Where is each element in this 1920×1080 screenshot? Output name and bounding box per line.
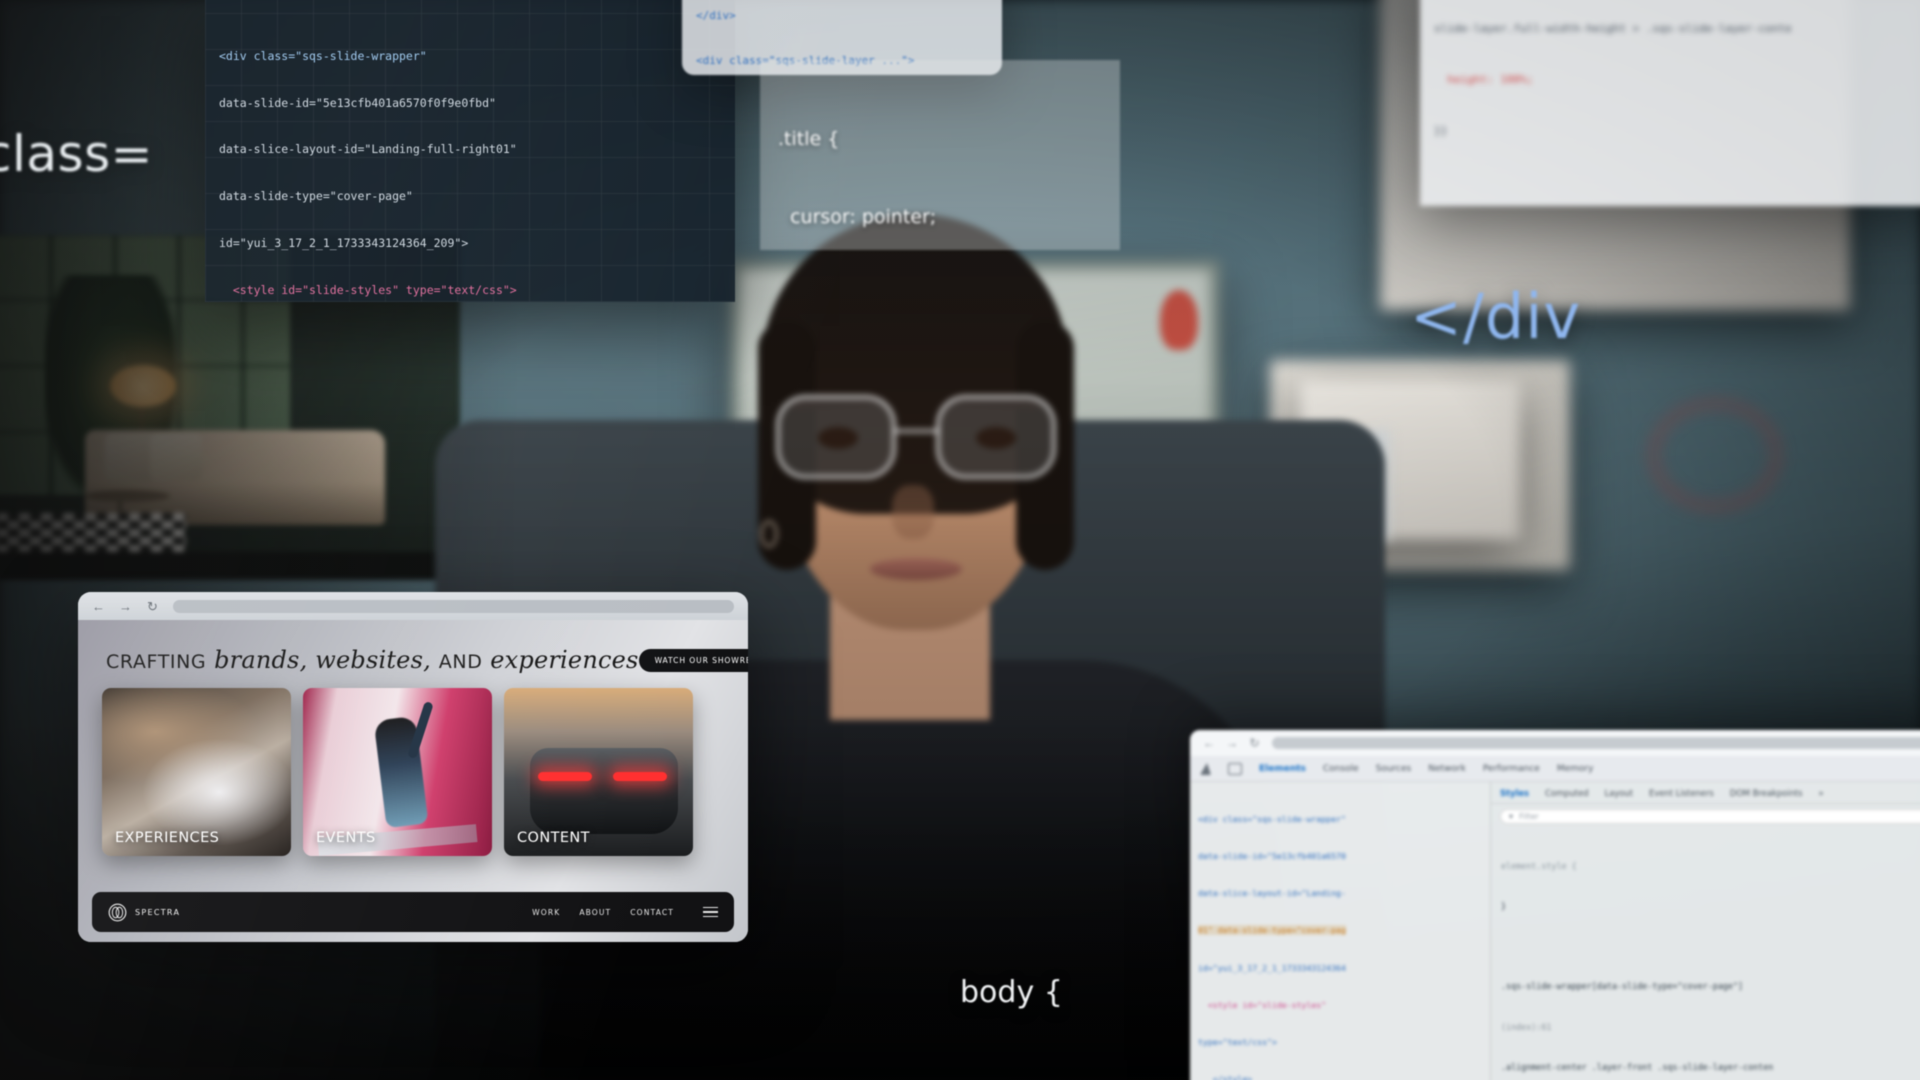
- code-panel-html: <div class="sqs-slide-wrapper" data-slid…: [205, 0, 735, 302]
- overlay-body-css-text: body { font-family: system-ui; margin: 1…: [960, 898, 1316, 1080]
- code-panel-css-title: .title { cursor: pointer; } .title::befo…: [760, 60, 1120, 250]
- styles-tab-styles[interactable]: Styles: [1500, 788, 1529, 798]
- styles-tab-dom-breakpoints[interactable]: DOM Breakpoints: [1730, 788, 1803, 798]
- inspect-cursor-icon[interactable]: [1200, 762, 1211, 775]
- eyeglass-bridge: [894, 429, 940, 433]
- styles-filter-input[interactable]: ▾ Filter: [1500, 809, 1920, 824]
- person-earring: [760, 520, 778, 548]
- css-line: body {: [960, 975, 1063, 1010]
- tab-elements[interactable]: Elements: [1259, 764, 1306, 774]
- code-line: data-slice-layout-id="Landing-full-right…: [219, 142, 517, 157]
- styles-tab-computed[interactable]: Computed: [1545, 788, 1589, 798]
- nav-link-work[interactable]: WORK: [532, 908, 560, 917]
- hamburger-icon[interactable]: [703, 906, 718, 918]
- hero-section: CRAFTING brands, websites, AND experienc…: [78, 620, 748, 674]
- css-rule-line: element.style {: [1501, 860, 1577, 871]
- card-events[interactable]: EVENTS: [303, 688, 492, 856]
- css-rule-line: (index):61: [1501, 1021, 1552, 1032]
- styles-tab-event-listeners[interactable]: Event Listeners: [1649, 788, 1714, 798]
- code-line: <div class="sqs-slide-wrapper": [219, 48, 427, 63]
- reload-icon[interactable]: ↻: [1249, 736, 1260, 750]
- css-line: }}: [1434, 124, 1448, 137]
- car-taillight-right: [612, 772, 667, 781]
- code-line: data-slide-id="5e13cfb401a6570f0f9e0fbd": [219, 95, 496, 110]
- screenshot-stage: class= </div <div class="sqs-slide-wrapp…: [0, 0, 1920, 1080]
- styles-tab-bar: Styles Computed Layout Event Listeners D…: [1491, 782, 1920, 804]
- css-rule-line: [1501, 940, 1920, 953]
- devtools-browser-chrome: ← → ↻: [1190, 730, 1920, 756]
- tab-performance[interactable]: Performance: [1483, 764, 1540, 774]
- hero-headline: CRAFTING brands, websites, AND experienc…: [106, 646, 639, 674]
- car-body: [530, 748, 678, 835]
- spectra-logo-icon: [108, 903, 127, 921]
- filter-icon: ▾: [1509, 812, 1514, 821]
- css-rule-line: .sqs-slide-wrapper[data-slide-type="cove…: [1501, 981, 1744, 992]
- browser-chrome-bar: ← → ↻: [78, 592, 748, 620]
- website-viewport: CRAFTING brands, websites, AND experienc…: [78, 620, 748, 942]
- filter-placeholder: Filter: [1519, 812, 1539, 821]
- nav-link-contact[interactable]: CONTACT: [630, 908, 674, 917]
- code-line: data-slide-type="cover-page": [219, 189, 413, 204]
- site-footer-nav: SPECTRA WORK ABOUT CONTACT: [92, 892, 734, 932]
- reload-icon[interactable]: ↻: [146, 600, 159, 613]
- styles-panel: Styles Computed Layout Event Listeners D…: [1490, 782, 1920, 1080]
- address-bar[interactable]: [173, 599, 734, 613]
- watch-showreel-button[interactable]: WATCH OUR SHOWREEL · 2024: [638, 648, 748, 672]
- card-label: CONTENT: [517, 830, 590, 846]
- css-line: cursor: pointer;: [778, 206, 937, 228]
- card-label: EVENTS: [316, 830, 376, 846]
- overlay-class-text: class=: [0, 125, 154, 183]
- overlay-div-close-text: </div: [1410, 280, 1582, 353]
- css-rules-list[interactable]: element.style { } .sqs-slide-wrapper[dat…: [1491, 829, 1920, 1080]
- wall-poster-red-circle: [1650, 400, 1780, 510]
- css-line: .title {: [778, 128, 840, 150]
- devtools-tab-bar: Elements Console Sources Network Perform…: [1190, 756, 1920, 782]
- brand-lockup[interactable]: SPECTRA: [108, 903, 180, 922]
- card-experiences[interactable]: EXPERIENCES: [102, 688, 291, 856]
- headline-word-brands-websites: brands, websites,: [214, 646, 431, 674]
- tab-memory[interactable]: Memory: [1557, 764, 1594, 774]
- css-rule-line: }: [1501, 901, 1507, 912]
- css-line: slide-layer.full-width-height > .sqs-sli…: [1434, 22, 1792, 35]
- device-toolbar-icon[interactable]: [1228, 762, 1242, 775]
- dom-line: data-slide-id="5e13cfb401a6570: [1198, 851, 1346, 862]
- brand-name: SPECTRA: [135, 907, 181, 917]
- code-panel-css-right: slide-layer.full-width-height > .sqs-sli…: [1420, 0, 1920, 206]
- category-card-grid: EXPERIENCES EVENTS CONTENT: [78, 674, 748, 856]
- back-arrow-icon[interactable]: ←: [92, 600, 105, 613]
- tab-network[interactable]: Network: [1428, 764, 1466, 774]
- forward-arrow-icon[interactable]: →: [119, 600, 132, 613]
- dom-line: <div class="sqs-slide-wrapper": [1198, 813, 1346, 824]
- headline-word-and: AND: [438, 651, 483, 673]
- headline-word-crafting: CRAFTING: [106, 651, 207, 673]
- person-mouth: [870, 558, 962, 580]
- address-bar[interactable]: [1272, 737, 1920, 749]
- code-line: </div>: [696, 9, 736, 22]
- person-eye-left: [818, 427, 858, 449]
- code-line: <style id="slide-styles" type="text/css"…: [219, 282, 517, 297]
- code-line: id="yui_3_17_2_1_1733343124364_209">: [219, 235, 469, 250]
- person-nose: [892, 485, 934, 539]
- headline-word-experiences: experiences: [490, 646, 639, 674]
- css-rule-line: .alignment-center .layer-front .sqs-slid…: [1501, 1061, 1774, 1072]
- styles-tab-layout[interactable]: Layout: [1605, 788, 1633, 798]
- website-mockup-browser[interactable]: ← → ↻ CRAFTING brands, websites, AND exp…: [78, 592, 748, 942]
- car-taillight-left: [538, 772, 593, 781]
- card-label: EXPERIENCES: [115, 830, 220, 846]
- tab-sources[interactable]: Sources: [1376, 764, 1412, 774]
- card-content[interactable]: CONTENT: [504, 688, 693, 856]
- footer-links: WORK ABOUT CONTACT: [532, 906, 718, 918]
- css-line: height: 100%;: [1434, 73, 1534, 86]
- person-eye-right: [976, 427, 1016, 449]
- eyeglasses: [776, 391, 1056, 481]
- tab-console[interactable]: Console: [1323, 764, 1359, 774]
- forward-arrow-icon[interactable]: →: [1226, 736, 1238, 750]
- nav-link-about[interactable]: ABOUT: [579, 908, 611, 917]
- styles-tab-overflow[interactable]: »: [1819, 788, 1824, 798]
- back-arrow-icon[interactable]: ←: [1203, 736, 1215, 750]
